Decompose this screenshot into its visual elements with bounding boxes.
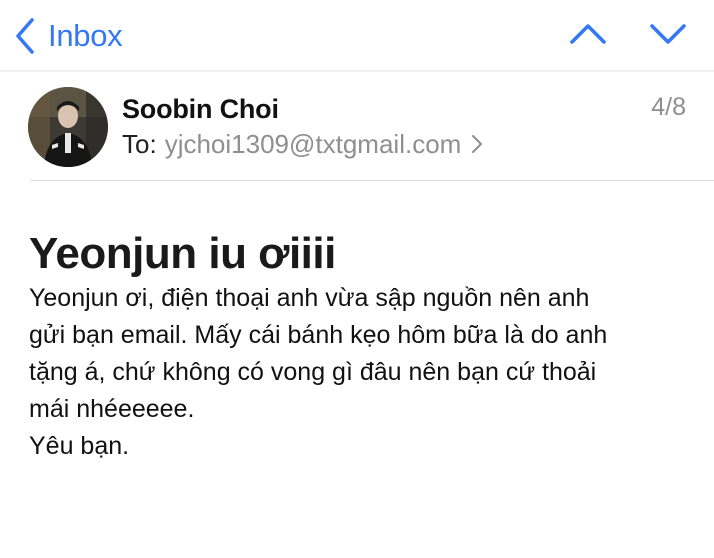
chevron-up-icon xyxy=(568,22,608,46)
body-paragraph: Yeonjun ơi, điện thoại anh vừa sập nguồn… xyxy=(29,284,608,423)
message-subject: Yeonjun iu ơiiii xyxy=(29,229,336,279)
back-label: Inbox xyxy=(48,18,123,53)
recipient-details-button[interactable]: To: yjchoi1309@txtgmail.com xyxy=(122,127,483,161)
chevron-right-icon xyxy=(461,134,483,154)
sender-name[interactable]: Soobin Choi xyxy=(122,94,279,125)
chevron-left-icon xyxy=(14,17,36,55)
to-label: To: xyxy=(122,128,157,159)
chevron-down-icon xyxy=(648,22,688,46)
body-paragraph: Yêu bạn. xyxy=(29,432,130,460)
navigation-bar: Inbox xyxy=(0,0,714,70)
back-to-inbox-button[interactable]: Inbox xyxy=(14,14,123,58)
header-divider xyxy=(30,180,714,181)
next-message-button[interactable] xyxy=(646,14,690,54)
message-position: 4/8 xyxy=(651,93,686,121)
navbar-divider xyxy=(0,70,714,72)
recipient-address: yjchoi1309@txtgmail.com xyxy=(164,128,462,159)
message-body: Yeonjun ơi, điện thoại anh vừa sập nguồn… xyxy=(29,280,689,465)
previous-message-button[interactable] xyxy=(566,14,610,54)
sender-avatar[interactable] xyxy=(28,87,108,167)
